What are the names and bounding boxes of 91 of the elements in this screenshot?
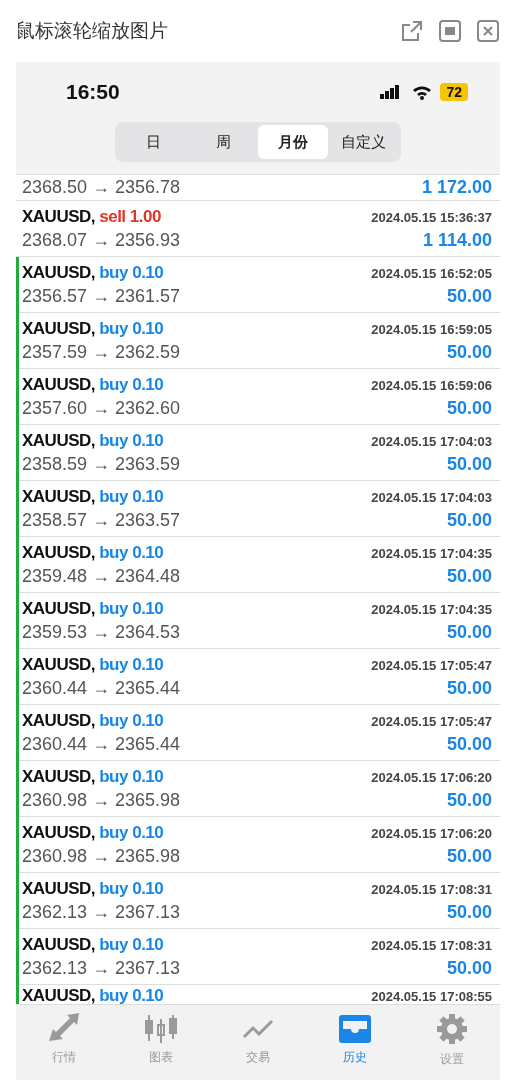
status-time: 16:50	[66, 80, 120, 104]
trade-profit: 50.00	[446, 789, 492, 811]
trade-symbol: XAUUSD, buy 0.10	[22, 934, 164, 955]
trade-time: 2024.05.15 17:04:35	[371, 545, 492, 561]
trade-symbol: XAUUSD, buy 0.10	[22, 822, 164, 843]
trade-row[interactable]: XAUUSD, buy 0.10 2024.05.15 17:05:47 2360.44 → 2365.44 50.00	[16, 649, 500, 705]
trade-profit: 1 172.00	[421, 177, 492, 198]
wifi-icon	[412, 84, 433, 100]
trade-prices: 2356.57 → 2361.57	[22, 285, 181, 307]
trade-time: 2024.05.15 16:59:05	[371, 321, 492, 337]
trade-profit: 50.00	[446, 509, 492, 531]
trade-row[interactable]: XAUUSD, buy 0.10 2024.05.15 16:59:06 2357.60 → 2362.60 50.00	[16, 369, 500, 425]
trade-prices: 2357.59 → 2362.59	[22, 341, 181, 363]
trade-prices: 2360.98 → 2365.98	[22, 845, 181, 867]
trade-profit: 50.00	[446, 733, 492, 755]
close-icon[interactable]	[476, 19, 500, 43]
trade-symbol: XAUUSD, buy 0.10	[22, 766, 164, 787]
trade-row[interactable]: XAUUSD, buy 0.10 2024.05.15 16:59:05 2357.59 → 2362.59 50.00	[16, 313, 500, 369]
trade-row[interactable]: XAUUSD, buy 0.10 2024.05.15 17:06:20 2360.98 → 2365.98 50.00	[16, 761, 500, 817]
inbox-tray-icon	[337, 1013, 372, 1043]
trade-prices: 2360.44 → 2365.44	[22, 733, 181, 755]
trade-profit: 50.00	[446, 285, 492, 307]
trade-profit: 50.00	[446, 341, 492, 363]
trade-prices: 2362.13 → 2367.13	[22, 901, 181, 923]
candlestick-icon	[144, 1013, 179, 1043]
trade-time: 2024.05.15 17:04:35	[371, 601, 492, 617]
trade-prices: 2357.60 → 2362.60	[22, 397, 181, 419]
trade-symbol: XAUUSD, buy 0.10	[22, 985, 164, 1004]
trade-row[interactable]: XAUUSD, buy 0.10 2024.05.15 17:04:03 2358.59 → 2363.59 50.00	[16, 425, 500, 481]
trade-time: 2024.05.15 17:05:47	[371, 657, 492, 673]
trade-prices: 2359.48 → 2364.48	[22, 565, 181, 587]
trade-row[interactable]: 2368.50 → 2356.78 1 172.00	[16, 175, 500, 201]
trade-prices: 2358.59 → 2363.59	[22, 453, 181, 475]
trade-row[interactable]: XAUUSD, buy 0.10 2024.05.15 17:08:31 2362.13 → 2367.13 50.00	[16, 929, 500, 985]
trade-profit: 50.00	[446, 621, 492, 643]
trade-symbol: XAUUSD, buy 0.10	[22, 374, 164, 395]
trade-symbol: XAUUSD, buy 0.10	[22, 262, 164, 283]
trade-row[interactable]: XAUUSD, buy 0.10 2024.05.15 17:08:31 2362.13 → 2367.13 50.00	[16, 873, 500, 929]
trade-profit: 50.00	[446, 565, 492, 587]
window-title: 鼠标滚轮缩放图片	[16, 19, 168, 43]
trade-row[interactable]: XAUUSD, sell 1.00 2024.05.15 15:36:37 2368.07 → 2356.93 1 114.00	[16, 201, 500, 257]
trade-row[interactable]: XAUUSD, buy 0.10 2024.05.15 17:04:03 2358.57 → 2363.57 50.00	[16, 481, 500, 537]
trade-profit: 50.00	[446, 397, 492, 419]
trade-prices: 2362.13 → 2367.13	[22, 957, 181, 979]
trade-time: 2024.05.15 15:36:37	[371, 209, 492, 225]
trade-row[interactable]: XAUUSD, buy 0.10 2024.05.15 16:52:05 2356.57 → 2361.57 50.00	[16, 257, 500, 313]
trade-prices: 2360.98 → 2365.98	[22, 789, 181, 811]
trade-time: 2024.05.15 17:05:47	[371, 713, 492, 729]
segment-tab[interactable]: 月份	[258, 125, 328, 159]
trade-time: 2024.05.15 17:06:20	[371, 825, 492, 841]
trade-symbol: XAUUSD, sell 1.00	[22, 206, 161, 227]
trade-symbol: XAUUSD, buy 0.10	[22, 542, 164, 563]
segment-tab[interactable]: 日	[118, 125, 188, 159]
battery-level: 72	[440, 83, 468, 101]
trade-time: 2024.05.15 17:08:31	[371, 881, 492, 897]
trade-time: 2024.05.15 17:08:31	[371, 937, 492, 953]
trade-symbol: XAUUSD, buy 0.10	[22, 710, 164, 731]
settings-icon	[434, 1013, 469, 1045]
trade-symbol: XAUUSD, buy 0.10	[22, 486, 164, 507]
trade-profit: 50.00	[446, 845, 492, 867]
trade-time: 2024.05.15 17:04:03	[371, 433, 492, 449]
trade-row[interactable]: XAUUSD, buy 0.10 2024.05.15 17:04:35 2359.53 → 2364.53 50.00	[16, 593, 500, 649]
trade-symbol: XAUUSD, buy 0.10	[22, 654, 164, 675]
pop-out-icon[interactable]	[400, 19, 424, 43]
maximize-icon[interactable]	[438, 19, 462, 43]
trade-prices: 2358.57 → 2363.57	[22, 509, 181, 531]
trade-prices: 2368.50 → 2356.78	[22, 177, 181, 198]
trade-symbol: XAUUSD, buy 0.10	[22, 430, 164, 451]
trade-symbol: XAUUSD, buy 0.10	[22, 598, 164, 619]
trade-prices: 2360.44 → 2365.44	[22, 677, 181, 699]
trade-time: 2024.05.15 17:08:55	[371, 988, 492, 1004]
segment-tab[interactable]: 自定义	[328, 125, 398, 159]
trade-symbol: XAUUSD, buy 0.10	[22, 318, 164, 339]
trade-profit: 50.00	[446, 901, 492, 923]
trade-time: 2024.05.15 17:06:20	[371, 769, 492, 785]
trade-time: 2024.05.15 16:59:06	[371, 377, 492, 393]
trade-profit: 50.00	[446, 957, 492, 979]
segment-tab[interactable]: 周	[188, 125, 258, 159]
trade-row[interactable]: XAUUSD, buy 0.10 2024.05.15 17:04:35 2359.48 → 2364.48 50.00	[16, 537, 500, 593]
trade-symbol: XAUUSD, buy 0.10	[22, 878, 164, 899]
trade-prices: 2368.07 → 2356.93	[22, 229, 181, 251]
trade-row[interactable]: XAUUSD, buy 0.10 2024.05.15 17:05:47 2360.44 → 2365.44 50.00	[16, 705, 500, 761]
trade-profit: 50.00	[446, 677, 492, 699]
trade-row[interactable]: XAUUSD, buy 0.10 2024.05.15 17:06:20 2360.98 → 2365.98 50.00	[16, 817, 500, 873]
trade-prices: 2359.53 → 2364.53	[22, 621, 181, 643]
trade-time: 2024.05.15 17:04:03	[371, 489, 492, 505]
trade-profit: 50.00	[446, 453, 492, 475]
trade-profit: 1 114.00	[422, 229, 492, 251]
tab-bar-item[interactable]: 历史	[314, 1005, 395, 1080]
arrows-icon	[47, 1013, 82, 1043]
trade-time: 2024.05.15 16:52:05	[371, 265, 492, 281]
